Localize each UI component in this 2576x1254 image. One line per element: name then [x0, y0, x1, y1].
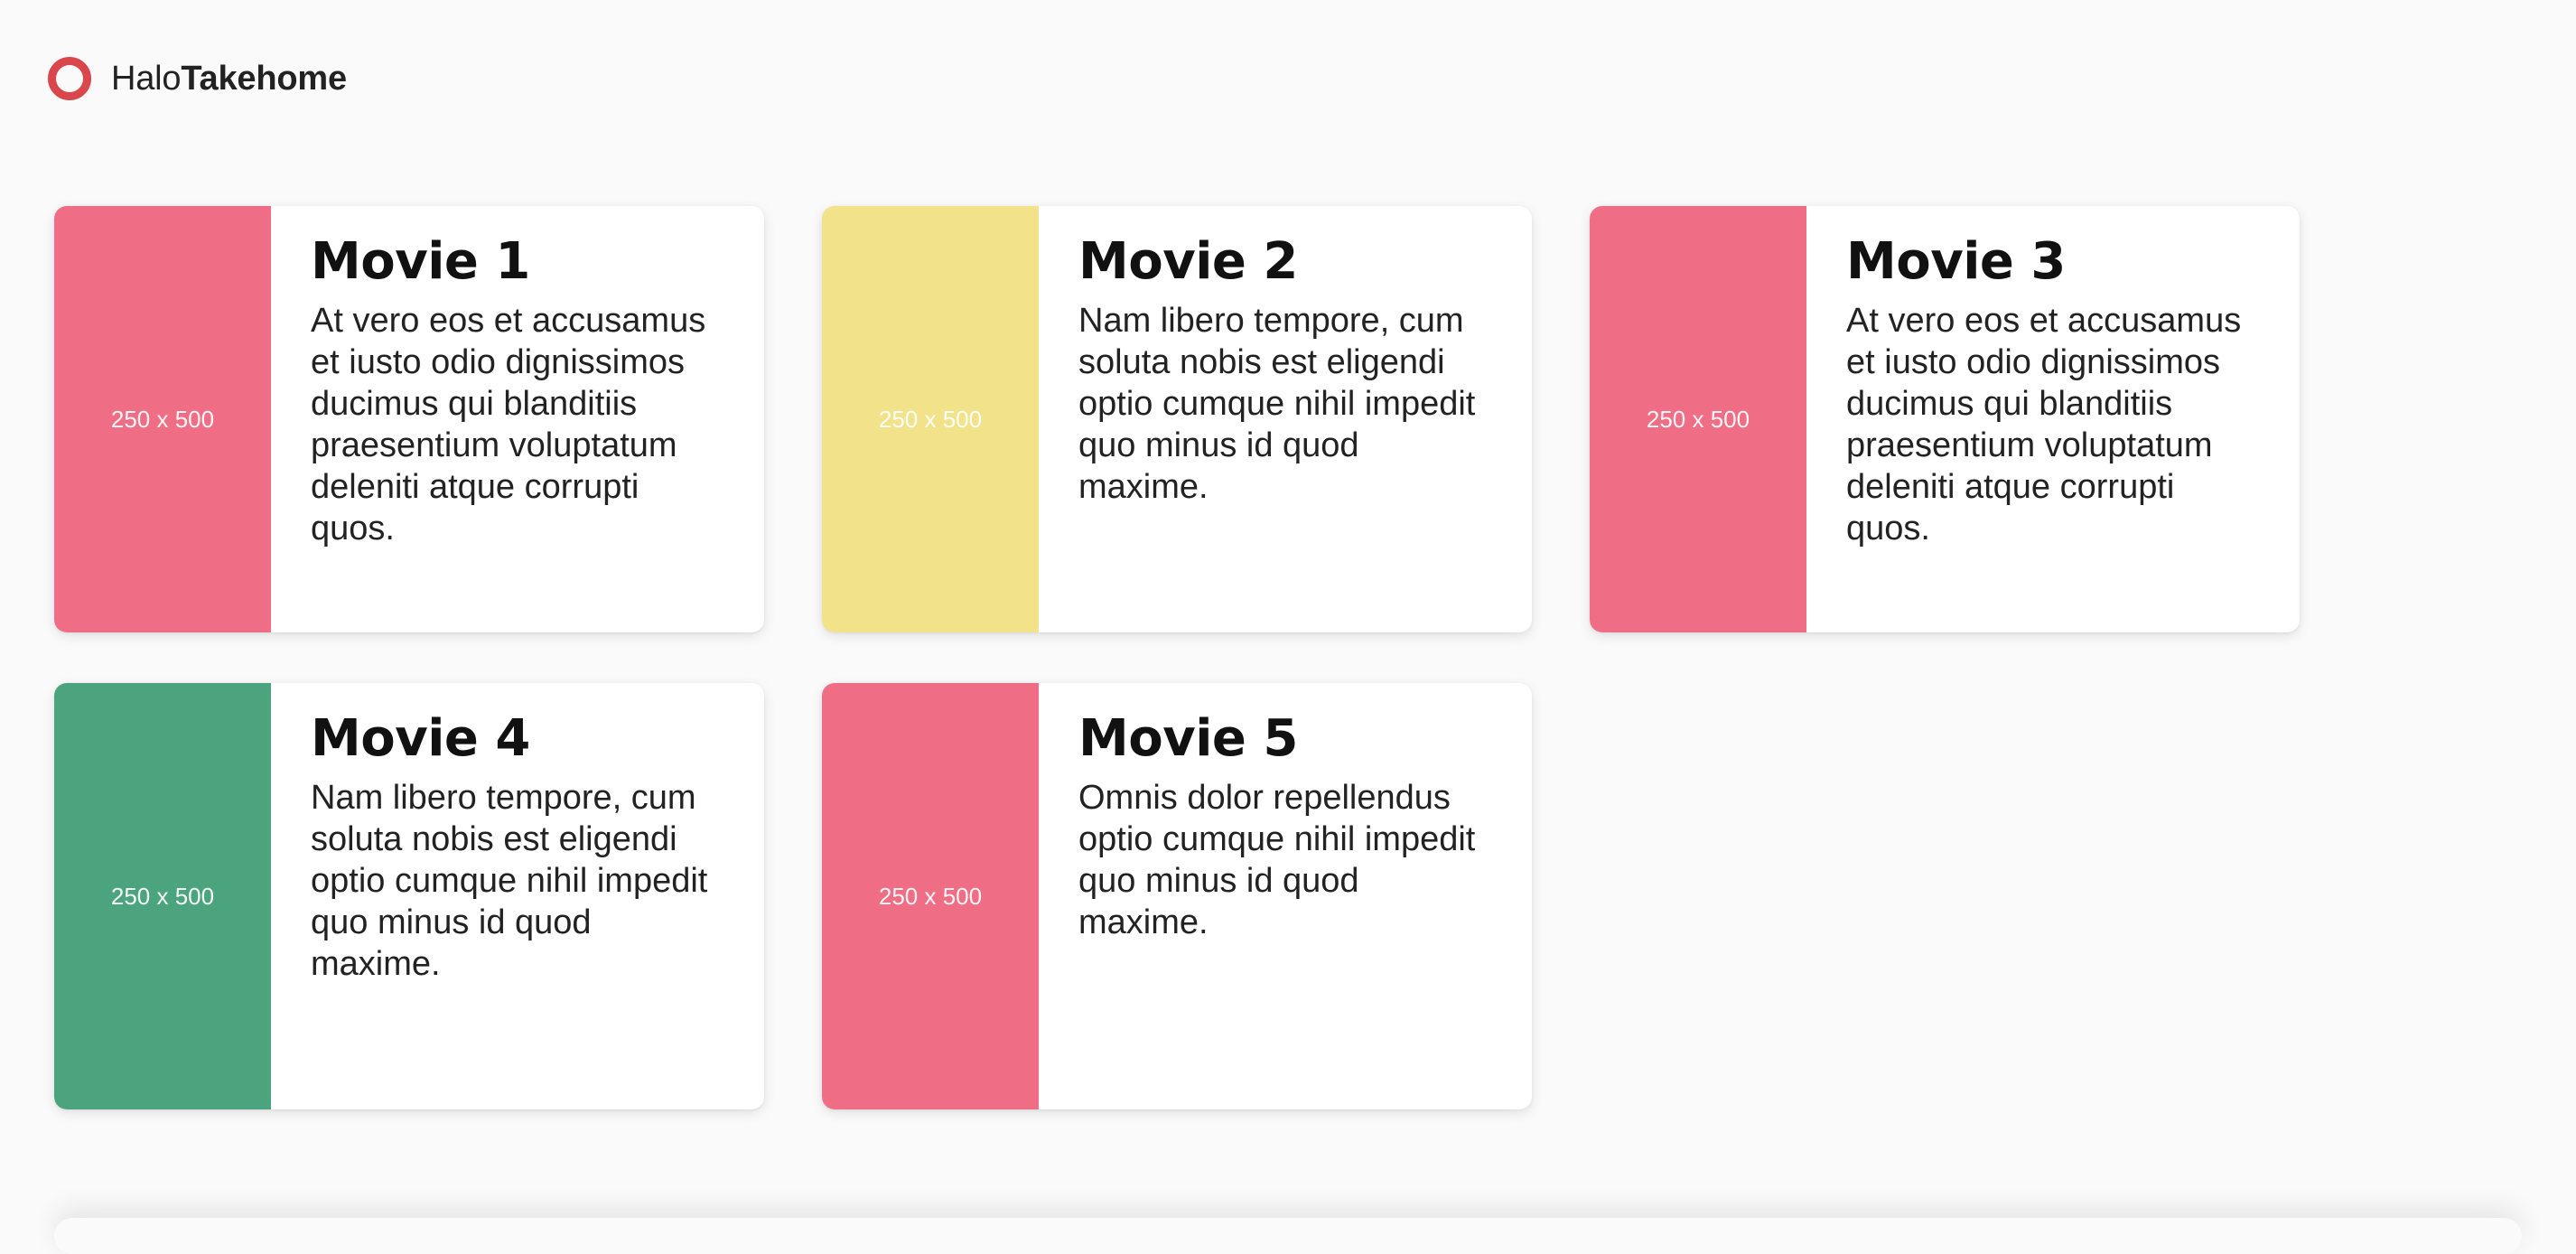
movie-card[interactable]: 250 x 500 Movie 5 Omnis dolor repellendu… — [822, 683, 1532, 1109]
logo-ring-icon[interactable] — [48, 57, 91, 100]
movie-description: Nam libero tempore, cum soluta nobis est… — [311, 779, 708, 983]
poster-placeholder: 250 x 500 — [54, 206, 271, 632]
card-body: Movie 1 At vero eos et accusamus et iust… — [271, 206, 764, 632]
poster-size-label: 250 x 500 — [110, 405, 215, 433]
movie-grid: 250 x 500 Movie 1 At vero eos et accusam… — [54, 206, 2300, 1109]
bottom-panel-edge — [54, 1218, 2522, 1254]
movie-description: Omnis dolor repellendus optio cumque nih… — [1078, 779, 1476, 941]
brand-regular: Halo — [111, 59, 182, 98]
movie-title: Movie 3 — [1846, 232, 2066, 291]
movie-card[interactable]: 250 x 500 Movie 1 At vero eos et accusam… — [54, 206, 764, 632]
card-body: Movie 5 Omnis dolor repellendus optio cu… — [1039, 683, 1532, 1109]
movie-description: Nam libero tempore, cum soluta nobis est… — [1078, 302, 1476, 506]
movie-title: Movie 1 — [311, 232, 530, 291]
card-body: Movie 4 Nam libero tempore, cum soluta n… — [271, 683, 764, 1109]
site-header: HaloTakehome — [48, 50, 347, 108]
poster-placeholder: 250 x 500 — [1590, 206, 1806, 632]
card-body: Movie 3 At vero eos et accusamus et iust… — [1806, 206, 2300, 632]
brand-name[interactable]: HaloTakehome — [111, 60, 347, 98]
poster-placeholder: 250 x 500 — [822, 683, 1039, 1109]
movie-title: Movie 4 — [311, 709, 530, 768]
movie-card[interactable]: 250 x 500 Movie 4 Nam libero tempore, cu… — [54, 683, 764, 1109]
movie-description: At vero eos et accusamus et iusto odio d… — [311, 302, 706, 547]
movie-description: At vero eos et accusamus et iusto odio d… — [1846, 302, 2242, 547]
poster-placeholder: 250 x 500 — [822, 206, 1039, 632]
poster-size-label: 250 x 500 — [1646, 405, 1750, 433]
movie-card[interactable]: 250 x 500 Movie 2 Nam libero tempore, cu… — [822, 206, 1532, 632]
poster-placeholder: 250 x 500 — [54, 683, 271, 1109]
brand-bold: Takehome — [181, 59, 347, 98]
movie-title: Movie 5 — [1078, 709, 1298, 768]
poster-size-label: 250 x 500 — [110, 882, 215, 910]
poster-size-label: 250 x 500 — [878, 405, 983, 433]
poster-size-label: 250 x 500 — [878, 882, 983, 910]
movie-card[interactable]: 250 x 500 Movie 3 At vero eos et accusam… — [1590, 206, 2300, 632]
card-body: Movie 2 Nam libero tempore, cum soluta n… — [1039, 206, 1532, 632]
movie-title: Movie 2 — [1078, 232, 1298, 291]
